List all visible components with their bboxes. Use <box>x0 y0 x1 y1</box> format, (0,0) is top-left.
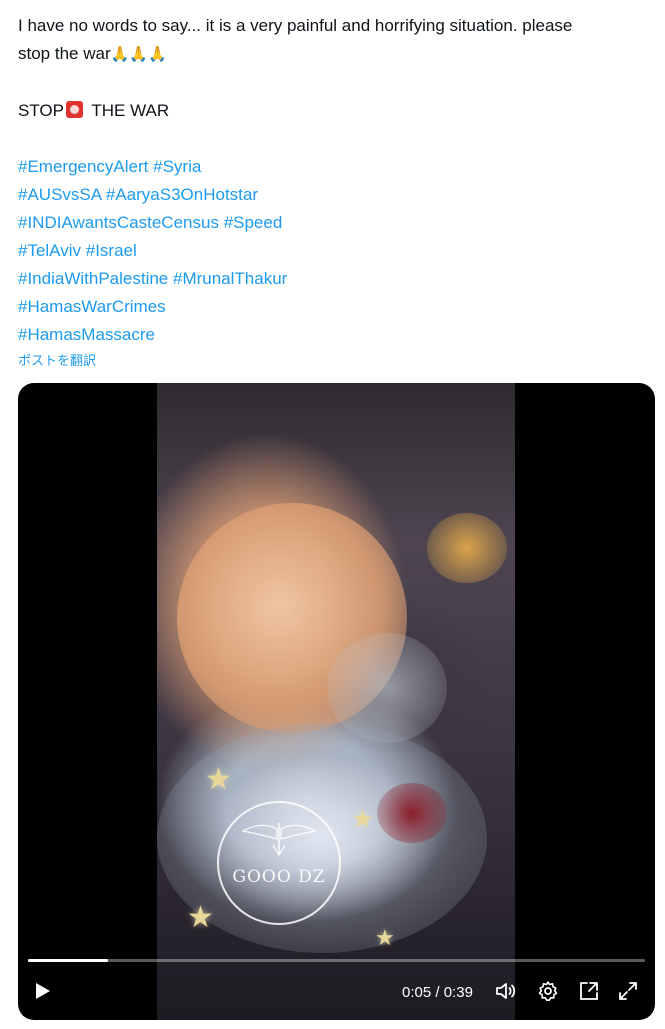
settings-icon[interactable] <box>536 979 560 1003</box>
hashtag-link[interactable]: #Israel <box>86 241 137 260</box>
hashtag-link[interactable]: #HamasMassacre <box>18 325 155 344</box>
post-text-line-1: I have no words to say... it is a very p… <box>18 16 573 35</box>
hashtag-link[interactable]: #AaryaS3OnHotstar <box>106 185 258 204</box>
video-content <box>377 783 447 843</box>
progress-fill <box>28 959 109 962</box>
translate-post-link[interactable]: ポストを翻訳 <box>18 351 648 371</box>
hashtag-link[interactable]: #EmergencyAlert <box>18 157 148 176</box>
video-frame[interactable]: ★ ★ ★ ★ GOOO DZ <box>157 383 515 1020</box>
hashtag-link[interactable]: #INDIAwantsCasteCensus <box>18 213 219 232</box>
progress-bar[interactable] <box>28 959 645 962</box>
hashtag-line: #TelAviv #Israel <box>18 237 648 265</box>
fullscreen-icon[interactable] <box>616 979 640 1003</box>
hashtag-link[interactable]: #Speed <box>224 213 283 232</box>
stop-label: STOP <box>18 101 64 120</box>
hashtag-line: #IndiaWithPalestine #MrunalThakur <box>18 265 648 293</box>
post-text-stop-the-war: stop the war <box>18 44 111 63</box>
hashtag-link[interactable]: #HamasWarCrimes <box>18 297 166 316</box>
stop-the-war-line: STOP THE WAR <box>18 97 648 125</box>
hashtag-line: #HamasMassacre <box>18 321 648 349</box>
hashtag-line: #HamasWarCrimes <box>18 293 648 321</box>
current-time: 0:05 <box>402 984 432 1001</box>
video-player[interactable]: ★ ★ ★ ★ GOOO DZ 0:05 / 0:39 <box>18 383 655 1020</box>
post-text-line-2: stop the war🙏🙏🙏 <box>18 40 648 69</box>
praying-hands-emoji: 🙏🙏🙏 <box>110 46 167 63</box>
star-decoration: ★ <box>187 901 214 934</box>
time-display: 0:05 / 0:39 <box>402 983 473 1003</box>
the-war-label: THE WAR <box>86 101 170 120</box>
volume-icon[interactable] <box>494 979 518 1003</box>
hashtag-line: #AUSvsSA #AaryaS3OnHotstar <box>18 181 648 209</box>
rotating-light-emoji <box>65 101 83 118</box>
video-content <box>427 513 507 583</box>
time-separator: / <box>431 984 444 1001</box>
star-decoration: ★ <box>375 925 395 950</box>
video-controls: 0:05 / 0:39 <box>18 977 655 1011</box>
star-decoration: ★ <box>205 763 232 796</box>
hashtag-link[interactable]: #TelAviv <box>18 241 81 260</box>
star-decoration: ★ <box>352 806 374 833</box>
hashtag-link[interactable]: #IndiaWithPalestine <box>18 269 168 288</box>
hashtag-link[interactable]: #AUSvsSA <box>18 185 101 204</box>
watermark-logo: GOOO DZ <box>217 801 341 925</box>
wings-emblem-icon <box>241 823 317 857</box>
play-icon[interactable] <box>30 979 54 1003</box>
duration: 0:39 <box>443 984 473 1001</box>
post-body: I have no words to say... it is a very p… <box>18 12 648 371</box>
hashtag-link[interactable]: #Syria <box>153 157 201 176</box>
picture-in-picture-icon[interactable] <box>577 979 601 1003</box>
hashtag-line: #EmergencyAlert #Syria <box>18 153 648 181</box>
watermark-text: GOOO DZ <box>232 867 326 887</box>
hashtag-link[interactable]: #MrunalThakur <box>173 269 287 288</box>
hashtag-line: #INDIAwantsCasteCensus #Speed <box>18 209 648 237</box>
